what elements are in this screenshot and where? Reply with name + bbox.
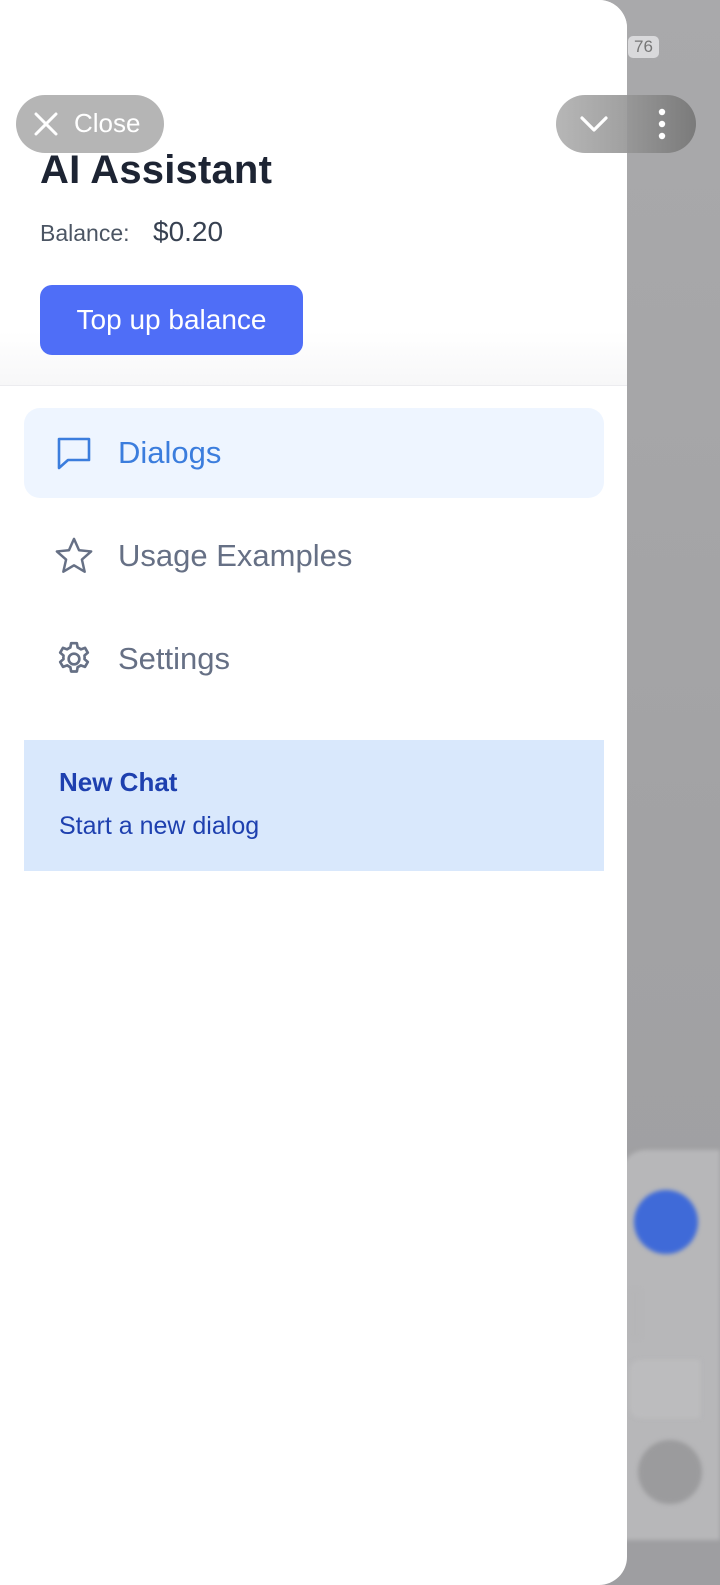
nav-label-settings: Settings xyxy=(118,641,231,676)
close-button[interactable]: Close xyxy=(16,95,164,153)
new-chat-title: New Chat xyxy=(59,767,178,797)
background-select xyxy=(630,1360,700,1418)
nav-item-usage-examples[interactable]: Usage Examples xyxy=(24,511,604,601)
background-compose-button xyxy=(634,1190,698,1254)
window-controls xyxy=(556,95,696,153)
nav-label-dialogs: Dialogs xyxy=(118,435,222,470)
more-options-icon[interactable] xyxy=(652,105,672,143)
message-square-icon xyxy=(54,433,94,473)
new-chat-subtitle: Start a new dialog xyxy=(59,812,260,840)
nav-label-usage-examples: Usage Examples xyxy=(118,538,353,573)
new-chat-card[interactable]: New Chat Start a new dialog xyxy=(24,740,604,871)
balance-label: Balance: xyxy=(40,220,130,246)
nav-item-settings[interactable]: Settings xyxy=(24,614,604,704)
side-drawer: AI Assistant Balance: $0.20 Top up balan… xyxy=(0,0,627,1585)
star-icon xyxy=(54,536,94,576)
background-field xyxy=(630,1290,640,1338)
app-title: AI Assistant xyxy=(40,148,273,192)
drawer-header: AI Assistant Balance: $0.20 Top up balan… xyxy=(0,0,627,386)
chevron-down-icon[interactable] xyxy=(578,109,610,139)
close-label: Close xyxy=(74,108,141,138)
nav-item-dialogs[interactable]: Dialogs xyxy=(24,408,604,498)
gear-icon xyxy=(54,639,94,679)
close-icon xyxy=(32,110,60,138)
balance-value: $0.20 xyxy=(153,216,224,247)
battery-badge: 76 xyxy=(628,36,659,58)
top-up-balance-button[interactable]: Top up balance xyxy=(40,285,303,355)
background-send-button xyxy=(638,1440,702,1504)
drawer-nav: Dialogs Usage Examples Settings xyxy=(24,408,604,717)
